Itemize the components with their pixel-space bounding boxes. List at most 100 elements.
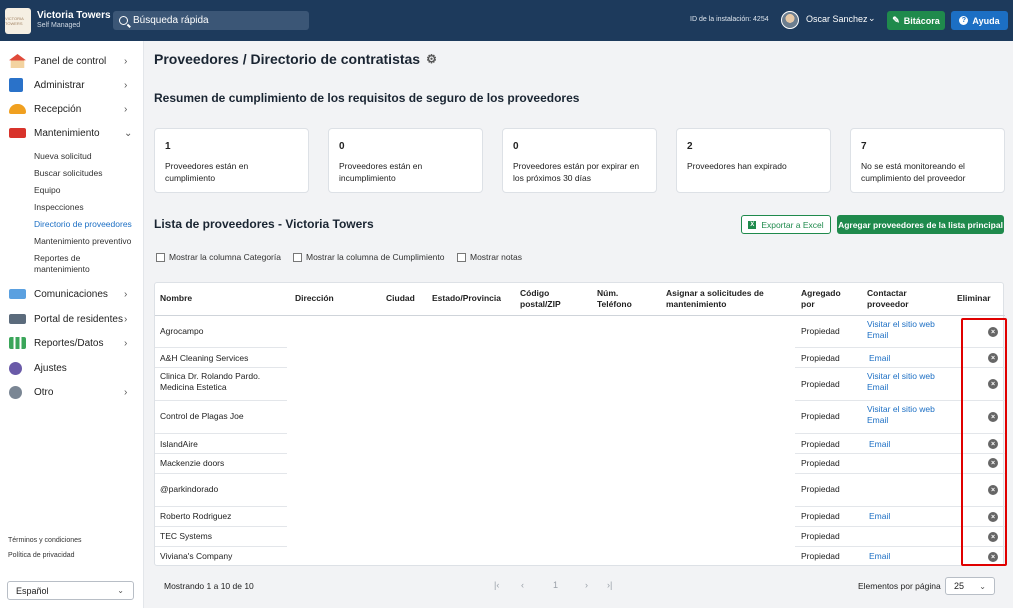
sidebar-sub-nueva-solicitud[interactable]: Nueva solicitud — [34, 151, 92, 162]
sidebar-item-reportes-datos[interactable]: Reportes/Datos › — [0, 332, 144, 354]
more-icon — [9, 385, 22, 399]
column-header-zip[interactable]: Código postal/ZIP — [520, 283, 582, 315]
column-header-state[interactable]: Estado/Provincia — [432, 283, 512, 315]
contact-links[interactable]: Visitar el sitio web Email — [867, 404, 937, 427]
contact-links[interactable]: Visitar el sitio web Email — [867, 319, 937, 342]
column-header-added-by[interactable]: Agregado por — [801, 283, 851, 315]
user-menu-name[interactable]: Oscar Sanchez — [806, 14, 868, 24]
vendor-name[interactable]: Control de Plagas Joe — [160, 411, 290, 422]
sidebar-sub-directorio-proveedores[interactable]: Directorio de proveedores — [34, 219, 132, 230]
sidebar-item-otro[interactable]: Otro › — [0, 381, 144, 403]
sidebar-item-panel[interactable]: Panel de control › — [0, 50, 144, 72]
column-header-name[interactable]: Nombre — [160, 283, 280, 315]
quick-search-input[interactable]: Búsqueda rápida — [113, 11, 309, 30]
add-vendors-button[interactable]: Agregar proveedores de la lista principa… — [837, 215, 1004, 234]
logo-text: VICTORIA TOWERS — [5, 15, 24, 26]
vendor-name[interactable]: Agrocampo — [160, 326, 290, 337]
sidebar-sub-buscar-solicitudes[interactable]: Buscar solicitudes — [34, 168, 103, 179]
first-page-button[interactable]: |‹ — [494, 580, 499, 590]
chevron-down-icon[interactable]: ⌄ — [868, 13, 876, 24]
bitacora-button[interactable]: ✎ Bitácora — [887, 11, 945, 30]
chevron-right-icon: › — [124, 55, 128, 67]
toggle-category-column[interactable]: Mostrar la columna Categoría — [156, 252, 281, 262]
sidebar-item-ajustes[interactable]: Ajustes — [0, 357, 144, 379]
sidebar-sub-reportes-mantenimiento[interactable]: Reportes de mantenimiento — [34, 253, 134, 276]
property-brand[interactable]: Victoria Towers Self Managed — [37, 10, 111, 30]
language-select[interactable]: Español ⌄ — [7, 581, 134, 600]
vendor-name[interactable]: @parkindorado — [160, 484, 290, 495]
sidebar-item-administrar[interactable]: Administrar › — [0, 74, 144, 96]
excel-icon: X — [748, 220, 757, 229]
sidebar-item-comunicaciones[interactable]: Comunicaciones › — [0, 283, 144, 305]
contact-links[interactable]: Email — [869, 439, 939, 450]
vendor-name[interactable]: A&H Cleaning Services — [160, 353, 290, 364]
chevron-down-icon: ⌄ — [117, 586, 124, 595]
chevron-right-icon: › — [124, 103, 128, 115]
vendor-name[interactable]: IslandAire — [160, 439, 290, 450]
terms-link[interactable]: Términos y condiciones — [8, 537, 82, 544]
page-number[interactable]: 1 — [553, 580, 558, 590]
privacy-link[interactable]: Política de privacidad — [8, 552, 75, 559]
prev-page-button[interactable]: ‹ — [521, 580, 524, 590]
vendor-name[interactable]: TEC Systems — [160, 531, 290, 542]
column-header-city[interactable]: Ciudad — [386, 283, 426, 315]
vendor-name[interactable]: Viviana's Company — [160, 551, 290, 562]
bitacora-label: Bitácora — [903, 15, 940, 26]
card-count: 0 — [339, 141, 345, 152]
search-icon — [119, 16, 128, 25]
vendor-name[interactable]: Clinica Dr. Rolando Pardo. Medicina Este… — [160, 371, 270, 394]
column-header-delete[interactable]: Eliminar — [957, 283, 1002, 315]
page-title: Proveedores / Directorio de contratistas… — [154, 51, 438, 67]
per-page-select[interactable]: 25 ⌄ — [945, 577, 995, 595]
avatar[interactable] — [781, 11, 799, 29]
contact-links[interactable]: Email — [869, 551, 939, 562]
last-page-button[interactable]: ›| — [607, 580, 612, 590]
toggle-notes[interactable]: Mostrar notas — [457, 252, 522, 262]
help-button[interactable]: ? Ayuda — [951, 11, 1008, 30]
added-by: Propiedad — [801, 531, 840, 541]
pagination-info: Mostrando 1 a 10 de 10 — [164, 581, 254, 591]
contact-links[interactable]: Email — [869, 353, 939, 364]
vendor-name[interactable]: Mackenzie doors — [160, 458, 290, 469]
next-page-button[interactable]: › — [585, 580, 588, 590]
sidebar-sub-equipo[interactable]: Equipo — [34, 185, 60, 196]
sidebar-item-label: Portal de residentes — [34, 313, 123, 325]
toggle-compliance-column[interactable]: Mostrar la columna de Cumplimiento — [293, 252, 444, 262]
column-header-assign[interactable]: Asignar a solicitudes de mantenimiento — [666, 283, 776, 315]
gear-icon[interactable]: ⚙ — [426, 53, 438, 65]
column-header-contact[interactable]: Contactar proveedor — [867, 283, 927, 315]
checkbox[interactable] — [156, 252, 165, 262]
vendor-list-title: Lista de proveedores - Victoria Towers — [154, 217, 374, 231]
added-by: Propiedad — [801, 551, 840, 561]
sidebar-sub-inspecciones[interactable]: Inspecciones — [34, 202, 84, 213]
bell-icon — [9, 104, 26, 114]
checkbox[interactable] — [457, 252, 466, 262]
column-header-address[interactable]: Dirección — [295, 283, 375, 315]
column-header-phone[interactable]: Núm. Teléfono — [597, 283, 647, 315]
sidebar-sub-mantenimiento-preventivo[interactable]: Mantenimiento preventivo — [34, 236, 131, 247]
summary-card-noncompliant: 0 Proveedores están en incumplimiento — [328, 128, 483, 193]
sidebar-item-mantenimiento[interactable]: Mantenimiento ⌄ — [0, 122, 144, 144]
card-description: Proveedores han expirado — [687, 161, 787, 171]
sidebar-item-label: Mantenimiento — [34, 127, 100, 139]
page-title-text: Proveedores / Directorio de contratistas — [154, 51, 421, 67]
card-description: No se está monitoreando el cumplimiento … — [861, 161, 966, 184]
contact-links[interactable]: Email — [869, 511, 939, 522]
table-row: IslandAire Propiedad Email × — [155, 434, 1005, 454]
sidebar-item-label: Panel de control — [34, 55, 107, 67]
vendor-name[interactable]: Roberto Rodriguez — [160, 511, 290, 522]
checkbox[interactable] — [293, 252, 302, 262]
sidebar-item-portal-residentes[interactable]: Portal de residentes › — [0, 308, 144, 330]
table-row: Mackenzie doors Propiedad × — [155, 454, 1005, 474]
contact-links[interactable]: Visitar el sitio web Email — [867, 371, 937, 394]
gear-icon — [9, 361, 22, 375]
export-excel-button[interactable]: X Exportar a Excel — [741, 215, 831, 234]
property-logo[interactable]: VICTORIA TOWERS — [5, 7, 31, 34]
sidebar-item-label: Otro — [34, 386, 54, 398]
chevron-right-icon: › — [124, 386, 128, 398]
delete-column-highlight — [961, 318, 1007, 566]
card-description: Proveedores están en incumplimiento — [339, 161, 423, 184]
checkbox-label: Mostrar la columna de Cumplimiento — [306, 252, 445, 262]
sidebar-item-recepcion[interactable]: Recepción › — [0, 98, 144, 120]
property-subtitle: Self Managed — [37, 22, 81, 30]
